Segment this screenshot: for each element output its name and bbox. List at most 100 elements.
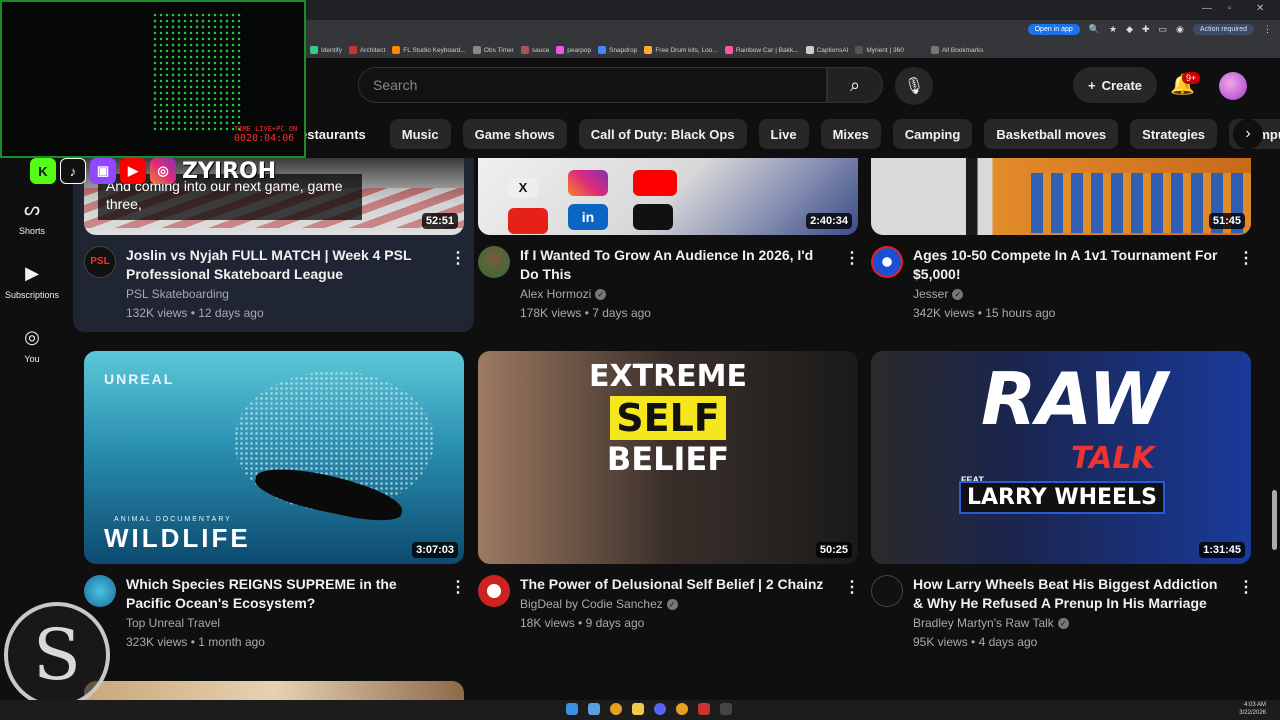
chip-strategies[interactable]: Strategies [1130,119,1218,149]
chip-call-of-duty[interactable]: Call of Duty: Black Ops [578,119,747,149]
chips-next-button[interactable]: › [1233,119,1263,149]
video-title[interactable]: Joslin vs Nyjah FULL MATCH | Week 4 PSL … [126,246,436,284]
microphone-icon: 🎙 [903,78,925,95]
chip-music[interactable]: Music [389,119,451,149]
verified-check-icon: ✓ [666,599,678,611]
extension-icon[interactable]: ◆ [1126,24,1133,35]
channel-name[interactable]: Top Unreal Travel [126,616,220,630]
video-meta: 178K views • 7 days ago [520,306,651,320]
led-lights-graphic [152,12,242,132]
chip-live[interactable]: Live [758,119,809,149]
discord-icon[interactable] [654,703,666,715]
all-bookmarks[interactable]: All Bookmarks [930,46,983,54]
channel-avatar[interactable] [478,575,510,607]
video-thumbnail[interactable]: UNREAL ANIMAL DOCUMENTARY WILDLIFE 3:07:… [84,351,464,564]
bookmark-favicon-icon [855,46,864,54]
channel-avatar[interactable] [871,575,903,607]
chrome-icon[interactable] [610,703,622,715]
channel-name[interactable]: BigDeal by Codie Sanchez ✓ [520,597,678,611]
channel-avatar[interactable] [84,575,116,607]
chip-mixes[interactable]: Mixes [820,119,881,149]
more-options-icon[interactable]: ⋮ [450,248,466,268]
bookmark-item[interactable]: Architect [348,46,385,54]
voice-search-button[interactable]: 🎙 [895,67,933,105]
minimize-icon[interactable]: — [1202,3,1212,14]
kick-icon: K [30,158,56,184]
video-thumbnail[interactable]: X in 2:40:34 [478,158,858,235]
create-button[interactable]: + Create [1073,67,1157,103]
taskbar-clock[interactable]: 4:03 AM 3/22/2026 [1239,701,1266,717]
app-icon[interactable] [698,703,710,715]
bookmark-item[interactable]: Obs Timer [472,46,514,54]
address-bar-actions: Open in app 🔍 ★ ◆ ✚ ▭ ◉ Action required … [1027,24,1272,35]
video-title[interactable]: How Larry Wheels Beat His Biggest Addict… [913,575,1223,613]
sidebar-item-shorts[interactable]: ᔕ Shorts [0,185,64,249]
bookmark-item[interactable]: Rainbow Car | Bakk... [724,46,799,54]
more-options-icon[interactable]: ⋮ [844,248,860,268]
obs-icon[interactable] [720,703,732,715]
video-title[interactable]: If I Wanted To Grow An Audience In 2026,… [520,246,830,284]
channel-name[interactable]: Alex Hormozi ✓ [520,287,607,301]
video-thumbnail[interactable]: EXTREME SELF BELIEF 50:25 [478,351,858,564]
action-required-button[interactable]: Action required [1192,24,1254,35]
bookmark-item[interactable]: pearpop [556,46,591,54]
more-options-icon[interactable]: ⋮ [1238,248,1254,268]
bookmark-item[interactable]: FL Studio Keyboard... [392,46,466,54]
cast-icon[interactable]: ▭ [1159,24,1168,35]
thumbnail-subtitle-text: ANIMAL DOCUMENTARY [114,516,232,523]
chip-game-shows[interactable]: Game shows [462,119,567,149]
thumbnail-brand-text: UNREAL [104,371,175,387]
channel-avatar[interactable] [478,246,510,278]
channel-name[interactable]: Jesser ✓ [913,287,964,301]
zoom-icon[interactable]: 🔍 [1089,24,1100,35]
video-title[interactable]: Which Species REIGNS SUPREME in the Paci… [126,575,436,613]
more-options-icon[interactable]: ⋮ [450,577,466,597]
star-icon[interactable]: ★ [1109,24,1117,35]
video-thumbnail-partial[interactable] [84,681,464,701]
more-options-icon[interactable]: ⋮ [1238,577,1254,597]
bookmark-item[interactable]: Identify [310,46,342,54]
search-input[interactable]: Search [358,67,827,103]
bookmark-item[interactable]: Snapdrop [598,46,637,54]
file-explorer-icon[interactable] [632,703,644,715]
sidebar-item-you[interactable]: ◎ You [0,313,64,377]
chip-camping[interactable]: Camping [892,119,973,149]
page-scrollbar[interactable] [1272,490,1277,550]
social-handles: K ♪ ▣ ▶ ◎ ZYIROH [30,158,276,184]
channel-name[interactable]: PSL Skateboarding [126,287,229,301]
channel-avatar[interactable]: PSL [84,246,116,278]
video-title[interactable]: Ages 10-50 Compete In A 1v1 Tournament F… [913,246,1223,284]
bookmark-item[interactable]: Free Drum kits, Loo... [644,46,718,54]
chrome-active-icon[interactable] [676,703,688,715]
bookmark-item[interactable]: CaptionsAI [805,46,848,54]
twitch-icon: ▣ [90,158,116,184]
sidebar-item-subscriptions[interactable]: ▶ Subscriptions [0,249,64,313]
bookmark-favicon-icon [598,46,607,54]
profile-icon[interactable]: ◉ [1176,24,1184,35]
search-icon: ⌕ [849,74,861,95]
instagram-icon: ◎ [150,158,176,184]
account-avatar[interactable] [1219,72,1247,100]
windows-start-icon[interactable] [566,703,578,715]
you-icon: ◎ [24,326,40,347]
video-thumbnail[interactable]: RAW TALK FEAT. LARRY WHEELS 1:31:45 [871,351,1251,564]
bookmark-item[interactable]: Myrient | 360 [855,46,904,54]
menu-dots-icon[interactable]: ⋮ [1263,24,1272,35]
webcam-overlay: TIME LIVE+PC ON 0020:04:06 [0,0,306,158]
restore-icon[interactable]: ▫ [1228,3,1232,14]
more-options-icon[interactable]: ⋮ [844,577,860,597]
bookmark-item[interactable]: sauce [520,46,549,54]
open-in-app-button[interactable]: Open in app [1027,24,1080,35]
puzzle-icon[interactable]: ✚ [1142,24,1150,35]
channel-name[interactable]: Bradley Martyn's Raw Talk ✓ [913,616,1069,630]
channel-avatar[interactable] [871,246,903,278]
close-icon[interactable]: ✕ [1256,3,1264,14]
thumbnail-text-group: EXTREME SELF BELIEF [478,351,858,564]
verified-check-icon: ✓ [952,289,964,301]
video-title[interactable]: The Power of Delusional Self Belief | 2 … [520,575,830,594]
chip-basketball-moves[interactable]: Basketball moves [984,119,1119,149]
thumbnail-main-text: WILDLIFE [104,523,251,553]
task-view-icon[interactable] [588,703,600,715]
search-button[interactable]: ⌕ [827,67,883,103]
video-thumbnail[interactable]: 51:45 [871,158,1251,235]
